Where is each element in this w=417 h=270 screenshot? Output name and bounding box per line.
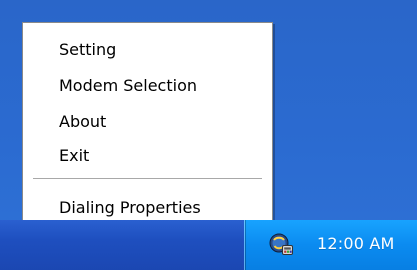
menu-item-label: Modem Selection [59, 75, 197, 95]
taskbar: 12:00 AM [0, 220, 417, 270]
menu-item-label: Dialing Properties [59, 197, 201, 217]
taskbar-area [0, 220, 244, 270]
tray-clock[interactable]: 12:00 AM [317, 234, 395, 253]
menu-item-label: Setting [59, 39, 117, 59]
menu-item-exit[interactable]: Exit [23, 139, 272, 171]
modem-dialer-icon[interactable] [267, 230, 295, 258]
menu-item-modem-selection[interactable]: Modem Selection [23, 69, 272, 101]
menu-item-label: About [59, 111, 107, 131]
system-tray: 12:00 AM [244, 220, 417, 270]
menu-item-about[interactable]: About [23, 105, 272, 137]
menu-item-dialing-properties[interactable]: Dialing Properties [23, 191, 272, 223]
menu-item-label: Exit [59, 145, 90, 165]
menu-separator [33, 178, 262, 180]
tray-context-menu: Setting Modem Selection About Exit Diali… [22, 22, 273, 227]
menu-item-setting[interactable]: Setting [23, 33, 272, 65]
